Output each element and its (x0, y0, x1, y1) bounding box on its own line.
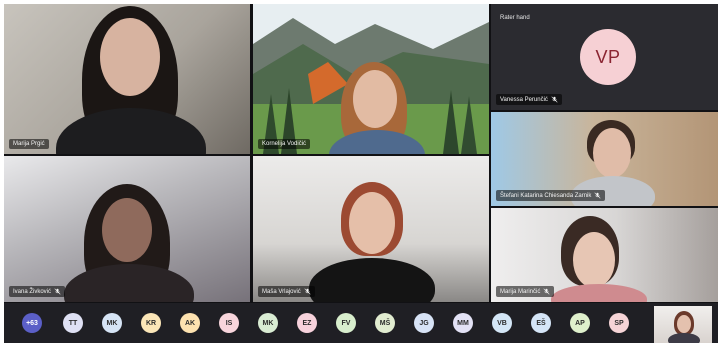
participant-body (309, 258, 435, 302)
roster-avatar[interactable]: SP (609, 313, 629, 333)
video-tile-kornelija-vodicic[interactable]: Kornelija Vodičić (253, 4, 489, 154)
roster-avatar[interactable]: MŠ (375, 313, 395, 333)
participant-roster-bar: +63 TT MK KR AK IS MK EZ FV MŠ JG MM VB EŠ AP SP (4, 303, 718, 343)
roster-avatar[interactable]: AP (570, 313, 590, 333)
name-label: Kornelija Vodičić (258, 139, 311, 149)
participant-body (64, 264, 194, 302)
participant-face (100, 18, 160, 96)
mic-muted-icon (304, 288, 311, 295)
roster-avatar[interactable]: VB (492, 313, 512, 333)
video-tile-ivana-zivkovic[interactable]: Ivana Živković (4, 156, 250, 302)
participant-face (102, 198, 152, 262)
roster-avatar[interactable]: MM (453, 313, 473, 333)
participant-body (551, 284, 647, 302)
roster-avatar[interactable]: MK (102, 313, 122, 333)
mic-muted-icon (543, 288, 550, 295)
more-participants-button[interactable]: +63 (22, 313, 42, 333)
self-view-tile[interactable] (654, 306, 712, 343)
video-tile-masa-vrlajovic[interactable]: Maša Vrlajović (253, 156, 489, 302)
participant-name: Kornelija Vodičić (262, 141, 307, 147)
mic-muted-icon (551, 96, 558, 103)
participant-name: Marija Prgić (13, 141, 45, 147)
participant-name: Štefani Katarina Chiesanda Zarnik (500, 192, 592, 199)
roster-avatar[interactable]: KR (141, 313, 161, 333)
participant-name: Ivana Živković (13, 288, 52, 295)
name-label: Štefani Katarina Chiesanda Zarnik (496, 190, 606, 201)
name-label: Maša Vrlajović (258, 286, 315, 297)
name-label: Marija Marinčić (496, 286, 555, 297)
roster-avatar[interactable]: EŠ (531, 313, 551, 333)
video-tile-marija-prgic[interactable]: Marija Prgić (4, 4, 250, 154)
roster-avatar[interactable]: TT (63, 313, 83, 333)
participant-face (349, 192, 395, 254)
video-tile-stefani-katarina[interactable]: Štefani Katarina Chiesanda Zarnik (491, 112, 718, 206)
name-label: Marija Prgić (9, 139, 49, 149)
name-label: Ivana Živković (9, 286, 66, 297)
participant-name: Vanessa Perunčić (500, 96, 548, 103)
participant-avatar: VP (580, 29, 636, 85)
roster-avatar[interactable]: MK (258, 313, 278, 333)
participant-body (668, 333, 700, 343)
participant-face (677, 315, 691, 333)
meeting-stage: Marija Prgić Kornelija Vodičić Rater han… (4, 4, 718, 343)
participant-body (56, 108, 206, 154)
name-label: Vanessa Perunčić (496, 94, 562, 105)
mic-muted-icon (594, 192, 601, 199)
participant-name: Marija Marinčić (500, 288, 541, 295)
video-tile-marija-marincic[interactable]: Marija Marinčić (491, 208, 718, 302)
roster-avatar[interactable]: AK (180, 313, 200, 333)
participant-face (593, 128, 631, 178)
participant-face (573, 232, 615, 288)
mic-muted-icon (54, 288, 61, 295)
participant-face (353, 70, 397, 128)
roster-avatar[interactable]: JG (414, 313, 434, 333)
roster-avatar[interactable]: FV (336, 313, 356, 333)
roster-avatar[interactable]: EZ (297, 313, 317, 333)
roster-avatar[interactable]: IS (219, 313, 239, 333)
participant-name: Maša Vrlajović (262, 288, 301, 295)
tile-top-label: Rater hand (500, 15, 530, 21)
